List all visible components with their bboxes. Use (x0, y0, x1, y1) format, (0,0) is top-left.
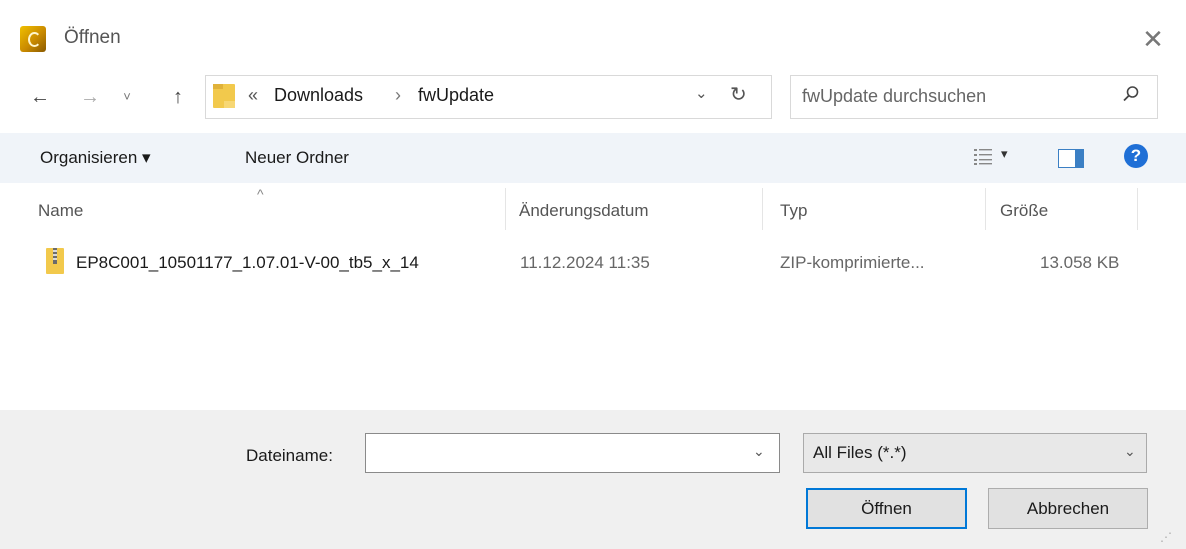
address-dropdown-icon[interactable]: ⌄ (695, 84, 708, 102)
file-type-filter-value: All Files (*.*) (813, 443, 907, 462)
search-icon[interactable] (1121, 84, 1141, 104)
file-modified-date: 11.12.2024 11:35 (520, 253, 650, 272)
file-type: ZIP-komprimierte... (780, 253, 925, 272)
column-header-date[interactable]: Änderungsdatum (519, 201, 648, 221)
view-details-icon[interactable] (974, 148, 992, 166)
breadcrumb-fwupdate[interactable]: fwUpdate (418, 85, 494, 106)
cancel-button[interactable]: Abbrechen (988, 488, 1148, 529)
app-icon (20, 26, 46, 52)
column-header-name[interactable]: Name (38, 201, 83, 221)
command-bar (0, 133, 1186, 183)
help-icon[interactable]: ? (1124, 144, 1148, 168)
folder-icon (213, 84, 235, 108)
resize-grip-icon[interactable]: ⋰ (1160, 530, 1172, 544)
column-divider[interactable] (1137, 188, 1138, 230)
close-icon[interactable]: ✕ (1138, 24, 1168, 54)
filename-label: Dateiname: (246, 446, 333, 465)
open-button[interactable]: Öffnen (806, 488, 967, 529)
search-placeholder: fwUpdate durchsuchen (802, 86, 987, 106)
file-name[interactable]: EP8C001_10501177_1.07.01-V-00_tb5_x_14 (76, 253, 419, 273)
up-button[interactable]: ↑ (164, 82, 192, 112)
filename-input[interactable] (365, 433, 780, 473)
column-header-type[interactable]: Typ (780, 201, 807, 221)
zip-folder-icon (46, 248, 64, 274)
address-overflow[interactable]: « (248, 85, 258, 106)
column-divider[interactable] (505, 188, 506, 230)
back-button[interactable]: ← (26, 82, 54, 112)
breadcrumb-downloads[interactable]: Downloads (274, 85, 363, 106)
view-dropdown-icon[interactable]: ▾ (1001, 146, 1008, 162)
sort-ascending-icon: ^ (257, 186, 264, 202)
filter-dropdown-icon[interactable]: ⌄ (1124, 443, 1136, 460)
preview-pane-icon[interactable] (1058, 149, 1084, 168)
filename-dropdown-icon[interactable]: ⌄ (753, 443, 765, 460)
breadcrumb-separator: › (395, 85, 401, 105)
recent-locations-button[interactable]: ˅ (113, 82, 141, 112)
organize-button[interactable]: Organisieren ▾ (40, 148, 151, 168)
new-folder-button[interactable]: Neuer Ordner (245, 148, 349, 168)
window-title: Öffnen (64, 27, 121, 48)
column-header-size[interactable]: Größe (1000, 201, 1048, 221)
refresh-icon[interactable]: ↻ (730, 82, 747, 107)
forward-button[interactable]: → (76, 82, 104, 112)
column-divider[interactable] (762, 188, 763, 230)
file-size: 13.058 KB (1040, 253, 1120, 272)
title-bar (0, 0, 1186, 72)
column-divider[interactable] (985, 188, 986, 230)
